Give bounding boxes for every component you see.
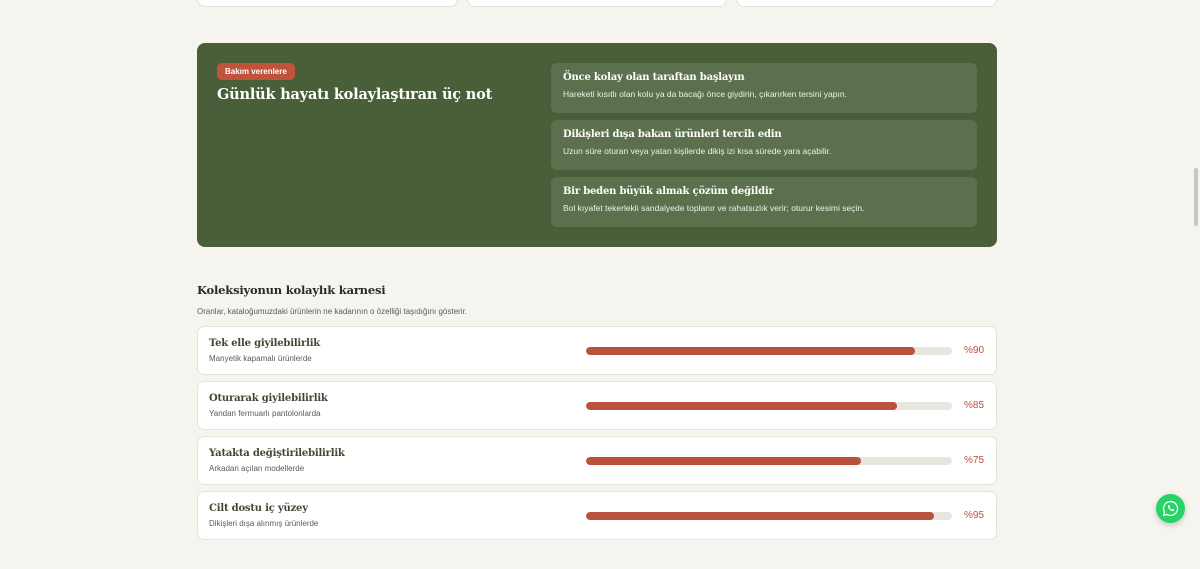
metric-percent: %85 <box>964 400 985 411</box>
top-card[interactable] <box>466 0 728 7</box>
top-card-row <box>197 0 998 7</box>
metric-subtitle: Yandan fermuarlı pantolonlarda <box>209 409 321 418</box>
tip-text: Uzun süre oturan veya yatan kişilerde di… <box>563 146 832 156</box>
tip-title: Dikişleri dışa bakan ürünleri tercih edi… <box>563 129 782 140</box>
metric-subtitle: Manyetik kapamalı ürünlerde <box>209 354 312 363</box>
tip-text: Hareketi kısıtlı olan kolu ya da bacağı … <box>563 89 847 99</box>
top-card[interactable] <box>197 0 458 7</box>
metric-name: Yatakta değiştirilebilirlik <box>209 448 345 459</box>
progress-fill <box>586 347 916 355</box>
top-card[interactable] <box>736 0 998 7</box>
tip-title: Önce kolay olan taraftan başlayın <box>563 72 745 83</box>
metric-subtitle: Arkadan açılan modellerde <box>209 464 305 473</box>
metric-percent: %95 <box>964 510 985 521</box>
scrollbar-thumb[interactable] <box>1194 168 1198 226</box>
progress-track <box>586 347 952 355</box>
metric-row: Oturarak giyilebilirlik Yandan fermuarlı… <box>197 381 997 430</box>
caregiver-tips-title: Günlük hayatı kolaylaştıran üç not <box>217 86 493 103</box>
whatsapp-icon <box>1162 500 1179 517</box>
metric-name: Oturarak giyilebilirlik <box>209 393 328 404</box>
progress-fill <box>586 457 861 465</box>
scorecard-list: Tek elle giyilebilirlik Manyetik kapamal… <box>197 326 997 540</box>
metric-name: Tek elle giyilebilirlik <box>209 338 321 349</box>
metric-row: Cilt dostu iç yüzey Dikişleri dışa alınm… <box>197 491 997 540</box>
progress-fill <box>586 402 898 410</box>
page-scrollbar[interactable] <box>1192 0 1200 569</box>
progress-track <box>586 402 952 410</box>
caregiver-tips-panel: Bakım verenlere Günlük hayatı kolaylaştı… <box>197 43 997 247</box>
tip-card: Dikişleri dışa bakan ürünleri tercih edi… <box>551 120 977 170</box>
metric-name: Cilt dostu iç yüzey <box>209 503 308 514</box>
tip-text: Bol kıyafet tekerlekli sandalyede toplan… <box>563 203 865 213</box>
scorecard-title: Koleksiyonun kolaylık karnesi <box>197 283 386 297</box>
tips-list: Önce kolay olan taraftan başlayın Hareke… <box>551 63 977 227</box>
metric-percent: %90 <box>964 345 985 356</box>
tip-title: Bir beden büyük almak çözüm değildir <box>563 186 774 197</box>
metric-subtitle: Dikişleri dışa alınmış ürünlerde <box>209 519 319 528</box>
metric-row: Yatakta değiştirilebilirlik Arkadan açıl… <box>197 436 997 485</box>
tip-card: Önce kolay olan taraftan başlayın Hareke… <box>551 63 977 113</box>
progress-fill <box>586 512 934 520</box>
scorecard-description: Oranlar, kataloğumuzdaki ürünlerin ne ka… <box>197 307 467 316</box>
progress-track <box>586 457 952 465</box>
tip-card: Bir beden büyük almak çözüm değildir Bol… <box>551 177 977 227</box>
metric-percent: %75 <box>964 455 985 466</box>
progress-track <box>586 512 952 520</box>
caregiver-badge: Bakım verenlere <box>217 63 295 80</box>
metric-row: Tek elle giyilebilirlik Manyetik kapamal… <box>197 326 997 375</box>
whatsapp-button[interactable] <box>1156 494 1185 523</box>
